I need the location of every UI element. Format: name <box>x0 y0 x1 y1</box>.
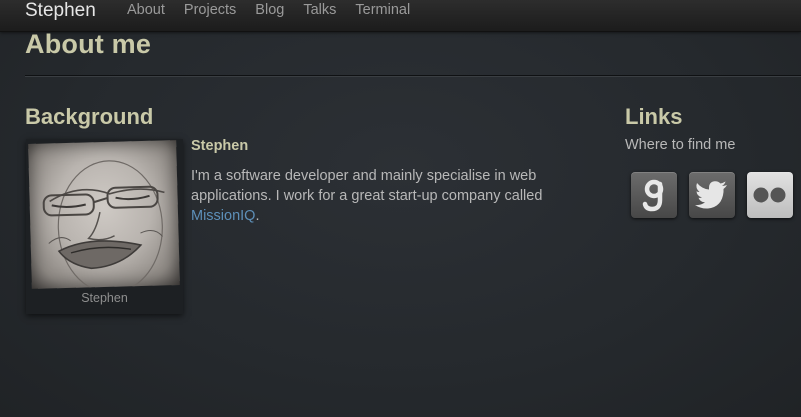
nav-link-about[interactable]: About <box>127 2 165 19</box>
sketch-portrait-image <box>42 160 165 289</box>
google-icon <box>642 179 664 212</box>
nav-link-talks[interactable]: Talks <box>303 2 336 19</box>
nav-links: About Projects Blog Talks Terminal <box>127 2 429 19</box>
profile-photo-card: Stephen <box>26 139 183 314</box>
profile-photo <box>28 140 180 289</box>
page-title: About me <box>25 29 152 59</box>
bio-paragraph: I'm a software developer and mainly spec… <box>191 166 591 226</box>
bio-text: I'm a software developer and mainly spec… <box>191 168 543 204</box>
brand-link[interactable]: Stephen <box>25 0 96 21</box>
navbar: Stephen About Projects Blog Talks Termin… <box>0 0 801 32</box>
background-heading: Background <box>25 104 154 129</box>
flickr-icon <box>753 187 786 203</box>
person-name: Stephen <box>191 138 249 154</box>
flickr-link[interactable] <box>747 172 793 218</box>
google-link[interactable] <box>631 172 677 218</box>
photo-caption: Stephen <box>81 291 128 305</box>
nav-link-blog[interactable]: Blog <box>255 2 284 19</box>
bio-end: . <box>255 208 260 224</box>
twitter-icon <box>695 181 727 209</box>
title-divider <box>25 75 801 77</box>
nav-link-terminal[interactable]: Terminal <box>355 2 410 19</box>
links-heading: Links <box>625 104 683 129</box>
page: Stephen About Projects Blog Talks Termin… <box>0 0 801 417</box>
nav-link-projects[interactable]: Projects <box>184 2 236 19</box>
missioniq-link[interactable]: MissionIQ <box>191 208 255 224</box>
twitter-link[interactable] <box>689 172 735 218</box>
links-subtitle: Where to find me <box>625 137 736 153</box>
